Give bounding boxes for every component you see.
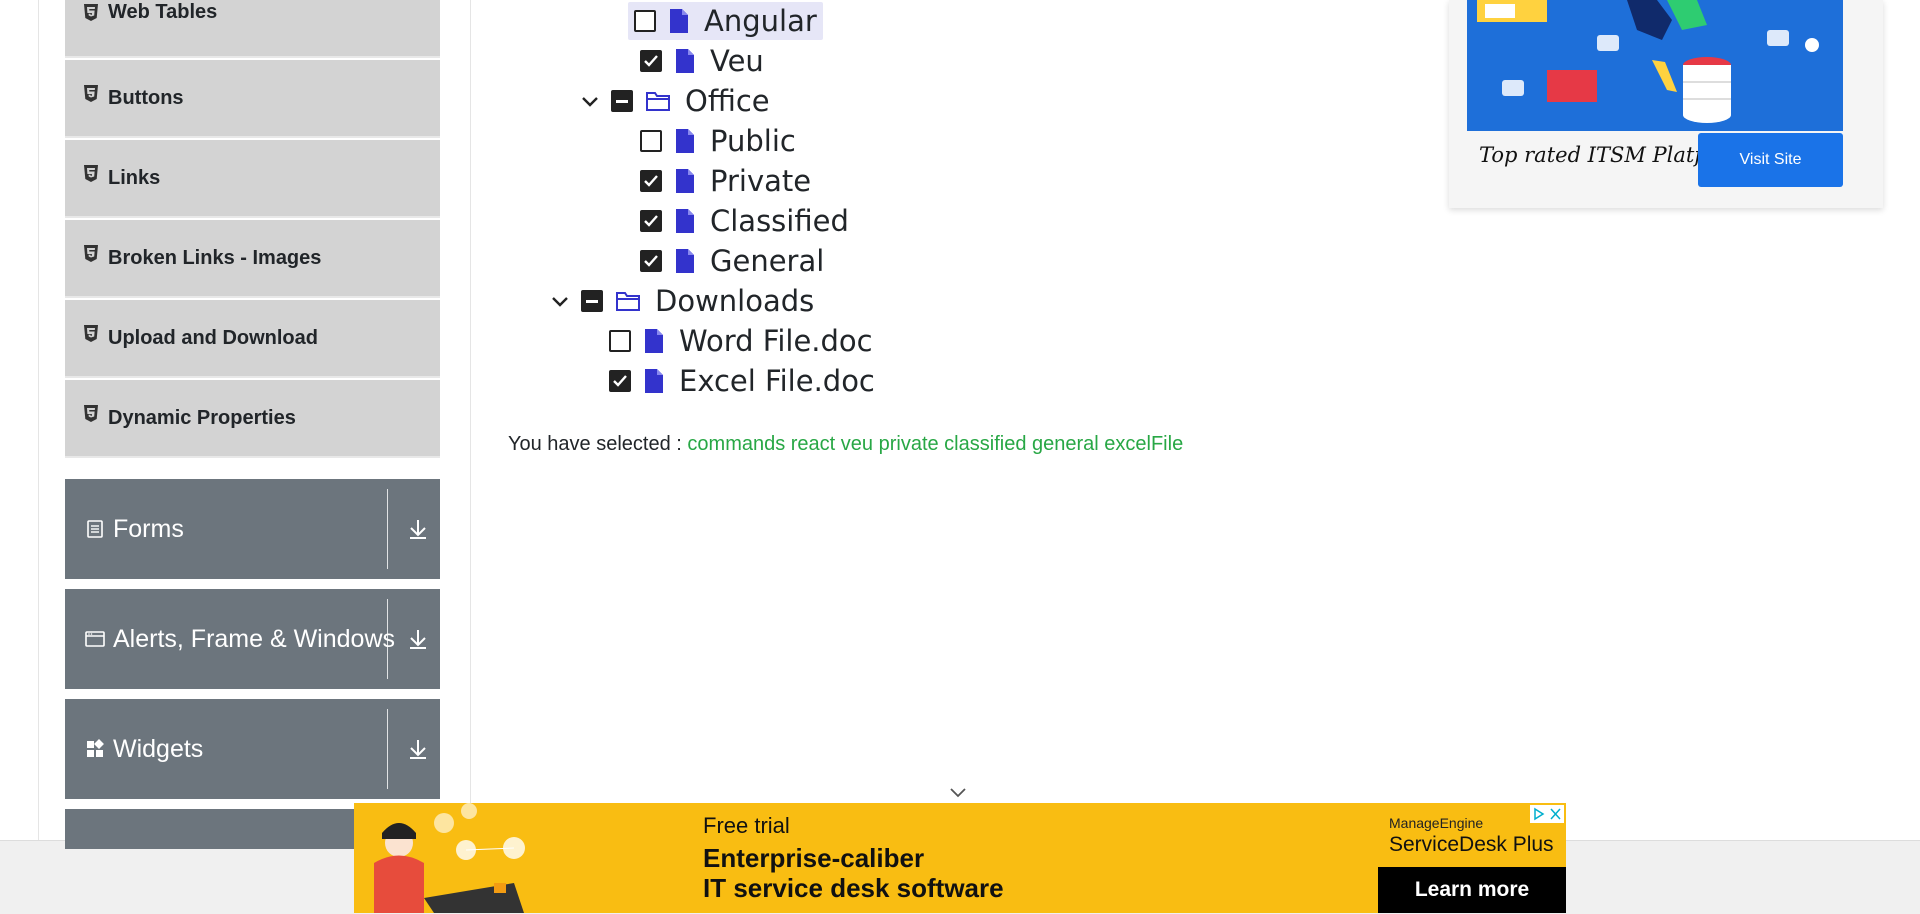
- tree-node-label: Excel File.doc: [679, 364, 875, 398]
- tree-node-label: Downloads: [655, 284, 815, 318]
- sidebar-item-label: Broken Links - Images: [108, 246, 322, 269]
- sidebar-item-upload-download[interactable]: Upload and Download: [65, 300, 440, 378]
- tree-node-label: Public: [710, 124, 796, 158]
- checkbox-unchecked[interactable]: [640, 130, 662, 152]
- ad-brand-small: ManageEngine: [1389, 815, 1484, 831]
- file-icon: [645, 369, 663, 393]
- tree-node-excel-file[interactable]: Excel File.doc: [609, 361, 875, 401]
- sidebar-item-broken-links[interactable]: Broken Links - Images: [65, 220, 440, 298]
- tree-node-word-file[interactable]: Word File.doc: [609, 321, 873, 361]
- html5-icon: [84, 404, 98, 422]
- sidebar-group-widgets[interactable]: Widgets: [65, 699, 440, 799]
- sidebar-item-label: Dynamic Properties: [108, 406, 296, 429]
- form-icon: [87, 520, 103, 538]
- group-separator: [387, 599, 388, 679]
- tree-node-classified[interactable]: Classified: [640, 201, 849, 241]
- tree-node-office[interactable]: Office: [579, 81, 770, 121]
- html5-icon: [84, 244, 98, 262]
- tree-node-private[interactable]: Private: [640, 161, 811, 201]
- file-icon: [676, 249, 694, 273]
- checkbox-checked[interactable]: [609, 370, 631, 392]
- adchoices-icon[interactable]: [1530, 805, 1547, 823]
- group-label: Forms: [113, 514, 184, 543]
- ad-banner-top[interactable]: Top rated ITSM Platform Visit Site: [1449, 0, 1883, 208]
- file-icon: [645, 329, 663, 353]
- widgets-icon: [87, 739, 104, 757]
- sidebar-item-dynamic-properties[interactable]: Dynamic Properties: [65, 380, 440, 458]
- checkbox-checked[interactable]: [640, 50, 662, 72]
- tree-node-label: Office: [685, 84, 770, 118]
- tree-node-label: General: [710, 244, 825, 278]
- sidebar-group-alerts[interactable]: Alerts, Frame & Windows: [65, 589, 440, 689]
- html5-icon: [84, 84, 98, 102]
- checkbox-checked[interactable]: [640, 210, 662, 232]
- group-separator: [387, 489, 388, 569]
- html5-icon: [84, 3, 98, 21]
- download-arrow-icon[interactable]: [407, 737, 429, 761]
- group-label: Alerts, Frame & Windows: [113, 624, 396, 653]
- html5-icon: [84, 164, 98, 182]
- tree-node-label: Veu: [710, 44, 764, 78]
- result-values: commands react veu private classified ge…: [687, 433, 1184, 455]
- ad-controls: [1530, 805, 1564, 823]
- sidebar-item-web-tables[interactable]: Web Tables: [65, 0, 440, 58]
- file-icon: [670, 9, 688, 33]
- download-arrow-icon[interactable]: [407, 517, 429, 541]
- ad-brand-big: ServiceDesk Plus: [1389, 833, 1554, 856]
- chevron-down-icon[interactable]: [948, 786, 968, 800]
- tree-node-angular[interactable]: Angular: [628, 1, 823, 41]
- checkbox-partial[interactable]: [611, 90, 633, 112]
- download-arrow-icon[interactable]: [407, 627, 429, 651]
- ad-illustration: [374, 803, 525, 913]
- tree-node-label: Private: [710, 164, 812, 198]
- learn-more-button[interactable]: Learn more: [1378, 867, 1566, 913]
- html5-icon: [84, 324, 98, 342]
- ad-illustration: [1467, 0, 1843, 131]
- sidebar-group-forms[interactable]: Forms: [65, 479, 440, 579]
- sidebar-divider: [470, 0, 471, 840]
- window-icon: [85, 631, 105, 647]
- file-icon: [676, 49, 694, 73]
- sidebar-item-label: Buttons: [108, 86, 184, 109]
- folder-icon: [616, 292, 640, 311]
- visit-site-button[interactable]: Visit Site: [1698, 133, 1843, 187]
- tree-node-general[interactable]: General: [640, 241, 824, 281]
- sidebar-item-links[interactable]: Links: [65, 140, 440, 218]
- ad-line-3: IT service desk software: [703, 873, 1004, 903]
- tree-node-label: Word File.doc: [679, 324, 873, 358]
- group-label: Widgets: [113, 734, 204, 763]
- sidebar-item-label: Upload and Download: [108, 326, 318, 349]
- chevron-down-icon[interactable]: [579, 90, 601, 112]
- tree-node-label: Classified: [710, 204, 849, 238]
- file-icon: [676, 209, 694, 233]
- sidebar-item-label: Links: [108, 166, 161, 189]
- result-prefix: You have selected :: [508, 433, 682, 455]
- selection-result: You have selected : commands react veu p…: [508, 433, 1183, 456]
- sidebar-item-buttons[interactable]: Buttons: [65, 60, 440, 138]
- close-icon[interactable]: [1547, 805, 1564, 823]
- checkbox-unchecked[interactable]: [609, 330, 631, 352]
- tree-node-downloads[interactable]: Downloads: [549, 281, 814, 321]
- tree-node-public[interactable]: Public: [640, 121, 796, 161]
- left-border: [38, 0, 39, 840]
- chevron-down-icon[interactable]: [549, 290, 571, 312]
- checkbox-partial[interactable]: [581, 290, 603, 312]
- ad-line-1: Free trial: [703, 813, 790, 838]
- tree-node-label: Angular: [704, 4, 817, 38]
- checkbox-checked[interactable]: [640, 170, 662, 192]
- group-separator: [387, 709, 388, 789]
- folder-icon: [646, 92, 670, 111]
- checkbox-unchecked[interactable]: [634, 10, 656, 32]
- checkbox-checked[interactable]: [640, 250, 662, 272]
- ad-banner-bottom[interactable]: Free trial Enterprise-caliber IT service…: [354, 803, 1566, 913]
- ad-line-2: Enterprise-caliber: [703, 843, 925, 873]
- file-icon: [676, 129, 694, 153]
- tree-node-veu[interactable]: Veu: [640, 41, 764, 81]
- file-icon: [676, 169, 694, 193]
- sidebar-item-label: Web Tables: [108, 0, 218, 23]
